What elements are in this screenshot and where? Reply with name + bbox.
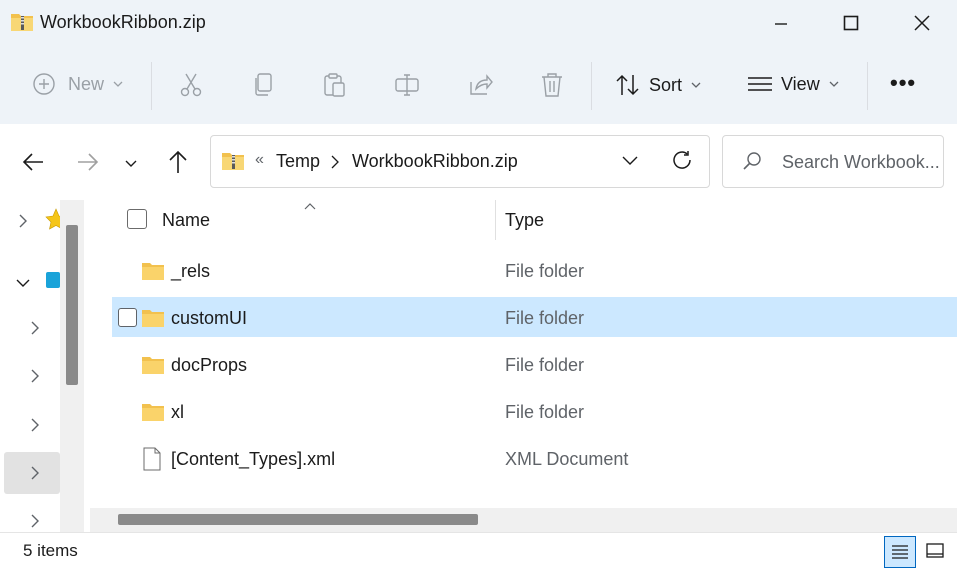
file-type: File folder	[505, 402, 585, 422]
up-button[interactable]	[166, 149, 190, 180]
scissors-icon	[180, 73, 202, 97]
folder-icon	[141, 308, 165, 333]
zip-folder-icon	[221, 150, 245, 177]
file-name[interactable]: xl	[171, 402, 184, 423]
refresh-button[interactable]	[671, 149, 693, 176]
new-label: New	[68, 73, 105, 94]
expand-item-button[interactable]	[30, 368, 40, 389]
tiles-view-button[interactable]	[920, 536, 950, 566]
expand-quick-access-button[interactable]	[18, 213, 28, 234]
file-type: XML Document	[505, 449, 629, 469]
view-button[interactable]: View	[747, 73, 840, 95]
share-icon	[470, 74, 493, 95]
breadcrumb-item-zip[interactable]: WorkbookRibbon.zip	[352, 151, 518, 172]
file-name[interactable]: _rels	[171, 261, 210, 282]
clipboard-icon	[324, 73, 345, 97]
collapse-this-pc-button[interactable]	[15, 275, 31, 293]
details-view-button[interactable]	[884, 536, 916, 568]
horizontal-scrollbar-thumb[interactable]	[118, 514, 478, 525]
folder-icon	[141, 261, 165, 286]
plus-circle-icon	[33, 73, 55, 95]
maximize-button[interactable]	[827, 0, 874, 46]
chevron-down-icon	[622, 156, 638, 165]
file-type: File folder	[505, 355, 585, 375]
recent-locations-button[interactable]	[124, 156, 138, 174]
more-options-button[interactable]: •••	[890, 70, 916, 96]
column-header-name[interactable]: Name	[162, 210, 210, 231]
maximize-icon	[843, 15, 858, 31]
sort-ascending-icon	[303, 197, 317, 215]
column-divider[interactable]	[495, 200, 496, 240]
select-all-checkbox[interactable]	[127, 209, 147, 229]
chevron-right-icon	[330, 155, 340, 174]
chevron-right-icon	[19, 214, 27, 228]
details-view-icon	[892, 545, 908, 559]
delete-button[interactable]	[539, 72, 565, 103]
close-button[interactable]	[898, 0, 945, 46]
address-dropdown-button[interactable]	[621, 154, 639, 172]
chevron-down-icon	[16, 279, 30, 287]
rename-button[interactable]	[394, 72, 420, 103]
minimize-icon	[774, 23, 787, 25]
refresh-icon	[673, 151, 691, 169]
file-name[interactable]: docProps	[171, 355, 247, 376]
arrow-left-icon	[22, 153, 43, 171]
status-bar	[0, 532, 957, 571]
chevron-right-icon	[31, 321, 39, 335]
window-title: WorkbookRibbon.zip	[40, 12, 206, 32]
item-count: 5 items	[23, 541, 78, 560]
chevron-right-icon	[31, 418, 39, 432]
file-name[interactable]: customUI	[171, 308, 247, 329]
close-icon	[913, 15, 930, 31]
breadcrumb-item-temp[interactable]: Temp	[276, 151, 320, 172]
share-button[interactable]	[467, 72, 493, 103]
expand-item-button[interactable]	[30, 513, 40, 534]
copy-button[interactable]	[251, 72, 277, 103]
file-icon	[143, 447, 161, 476]
expand-item-button[interactable]	[30, 417, 40, 438]
folder-icon	[141, 355, 165, 380]
expand-item-button[interactable]	[30, 465, 40, 486]
chevron-down-icon	[113, 81, 123, 87]
expand-item-button[interactable]	[30, 320, 40, 341]
breadcrumb-overflow[interactable]: «	[255, 151, 264, 169]
tiles-view-icon	[926, 543, 944, 558]
navigation-scrollbar-thumb[interactable]	[66, 225, 78, 385]
zip-folder-icon	[10, 11, 34, 38]
list-view-icon	[748, 77, 772, 91]
file-name[interactable]: [Content_Types].xml	[171, 449, 335, 470]
search-placeholder: Search Workbook...	[782, 152, 940, 172]
forward-button[interactable]	[76, 150, 100, 179]
rename-icon	[395, 74, 419, 96]
paste-button[interactable]	[322, 72, 348, 103]
arrow-up-icon	[169, 150, 187, 173]
arrow-right-icon	[78, 153, 99, 171]
cut-button[interactable]	[178, 72, 204, 103]
sort-button[interactable]: Sort	[615, 73, 702, 97]
copy-icon	[255, 73, 272, 96]
chevron-down-icon	[829, 81, 839, 87]
trash-icon	[542, 73, 562, 97]
new-button[interactable]: New	[32, 72, 124, 96]
folder-icon	[141, 402, 165, 427]
view-label: View	[781, 73, 820, 94]
chevron-down-icon	[691, 82, 701, 88]
this-pc-icon[interactable]	[46, 272, 60, 295]
chevron-right-icon	[31, 514, 39, 528]
minimize-button[interactable]	[757, 0, 804, 46]
chevron-down-icon	[125, 160, 137, 167]
row-checkbox[interactable]	[118, 308, 137, 327]
search-icon	[742, 151, 762, 176]
column-header-type[interactable]: Type	[505, 210, 544, 231]
back-button[interactable]	[21, 150, 45, 179]
file-type: File folder	[505, 261, 585, 281]
chevron-right-icon	[31, 369, 39, 383]
file-type: File folder	[505, 308, 585, 328]
sort-icon	[616, 74, 639, 96]
sort-label: Sort	[649, 74, 683, 95]
chevron-right-icon	[31, 466, 39, 480]
